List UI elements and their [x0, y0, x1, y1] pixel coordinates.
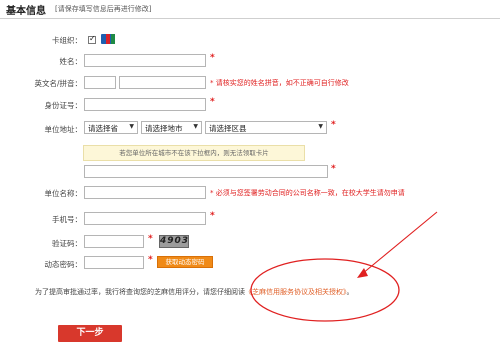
pinyin-given-name-input[interactable]	[119, 76, 206, 89]
company-input[interactable]	[84, 186, 206, 199]
address-tip: 若您单位所在城市不在该下拉框内，则无法领取卡片	[83, 145, 305, 161]
name-required-mark: *	[210, 53, 215, 63]
dynamic-password-required-mark: *	[148, 255, 153, 265]
section-header: 基本信息 [请保存填写信息后再进行修改]	[0, 0, 500, 19]
company-label: 单位名称：	[44, 189, 83, 198]
address-detail-input[interactable]	[84, 165, 328, 178]
address-detail-required-mark: *	[331, 164, 336, 174]
company-warning: * 必须与您签署劳动合同的公司名称一致，在校大学生请勿申请	[210, 189, 405, 197]
chevron-down-icon: ▼	[193, 123, 198, 130]
captcha-input[interactable]	[84, 235, 144, 248]
pinyin-warning: * 请核实您的姓名拼音，如不正确可自行修改	[210, 79, 349, 87]
agreement-suffix: 。	[346, 288, 354, 296]
chevron-down-icon: ▼	[318, 123, 323, 130]
card-org-label: 卡组织：	[52, 36, 82, 45]
city-select[interactable]: 请选择地市 ▼	[141, 121, 202, 134]
phone-input[interactable]	[84, 212, 206, 225]
annotation-arrow-line	[361, 211, 438, 275]
phone-required-mark: *	[210, 211, 215, 221]
dynamic-password-input[interactable]	[84, 256, 144, 269]
address-required-mark: *	[331, 120, 336, 130]
pinyin-surname-input[interactable]	[84, 76, 116, 89]
captcha-image[interactable]: 4903	[159, 235, 189, 248]
agreement-prefix: 为了提高审批通过率，我行将查询您的芝麻信用评分，请您仔细阅读	[35, 288, 245, 296]
address-label: 单位地址：	[44, 125, 83, 134]
name-input[interactable]	[84, 54, 206, 67]
province-select-value: 请选择省	[88, 124, 118, 133]
section-title: 基本信息	[6, 6, 46, 17]
id-number-label: 身份证号：	[44, 101, 83, 110]
id-number-input[interactable]	[84, 98, 206, 111]
get-code-button[interactable]: 获取动态密码	[157, 256, 213, 268]
district-select[interactable]: 请选择区县 ▼	[205, 121, 327, 134]
dynamic-password-label: 动态密码：	[44, 260, 83, 269]
captcha-required-mark: *	[148, 234, 153, 244]
agreement-text: 为了提高审批通过率，我行将查询您的芝麻信用评分，请您仔细阅读《芝麻信用服务协议及…	[35, 287, 354, 297]
chevron-down-icon: ▼	[129, 123, 134, 130]
city-select-value: 请选择地市	[145, 124, 183, 133]
phone-label: 手机号：	[52, 215, 82, 224]
agreement-link[interactable]: 《芝麻信用服务协议及相关授权》	[245, 288, 347, 296]
section-note: [请保存填写信息后再进行修改]	[55, 5, 152, 13]
unionpay-icon	[101, 34, 115, 44]
card-org-checkbox[interactable]	[88, 34, 96, 44]
district-select-value: 请选择区县	[209, 124, 247, 133]
province-select[interactable]: 请选择省 ▼	[84, 121, 138, 134]
id-required-mark: *	[210, 97, 215, 107]
pinyin-label: 英文名/拼音：	[34, 79, 82, 88]
next-button[interactable]: 下一步	[58, 325, 122, 342]
annotation-arrow-head	[357, 268, 368, 278]
captcha-label: 验证码：	[52, 239, 82, 248]
name-label: 姓名：	[59, 57, 83, 66]
